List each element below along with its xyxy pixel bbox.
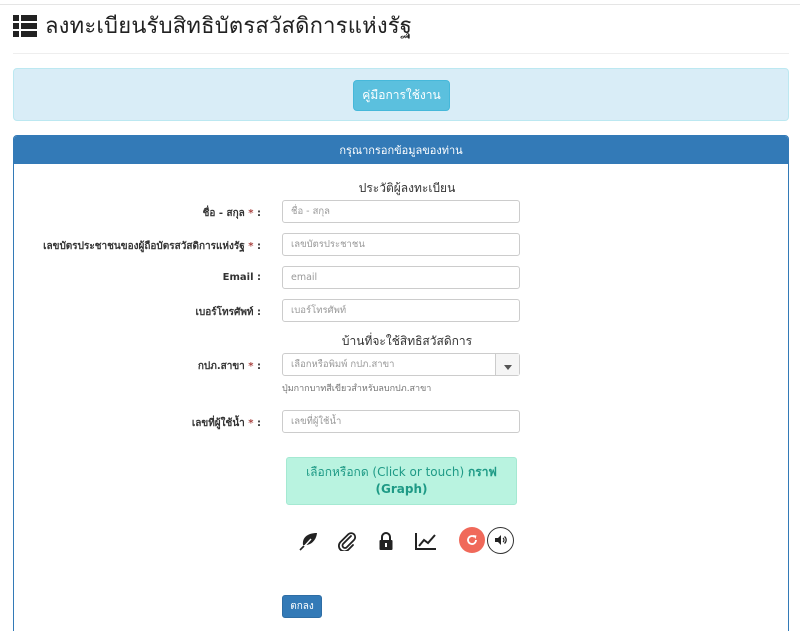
- label-colon: :: [257, 361, 261, 372]
- name-label: ชื่อ - สกุล * :: [203, 206, 261, 221]
- required-mark: *: [248, 361, 254, 372]
- captcha-prompt[interactable]: เลือกหรือกด (Click or touch) กราฟ (Graph…: [286, 457, 517, 505]
- label-colon: :: [257, 418, 261, 429]
- speaker-icon: [494, 531, 508, 550]
- phone-input[interactable]: เบอร์โทรศัพท์: [282, 299, 520, 322]
- branch-select[interactable]: เลือกหรือพิมพ์ กปภ.สาขา: [282, 353, 520, 376]
- caret-down-icon: [503, 355, 512, 374]
- paperclip-icon[interactable]: [334, 528, 360, 554]
- audio-captcha-button[interactable]: [487, 527, 514, 554]
- branch-label: กปภ.สาขา * :: [198, 359, 261, 374]
- email-label: Email :: [222, 272, 261, 283]
- label-colon: :: [257, 241, 261, 252]
- section-title-profile: ประวัติผู้ลงทะเบียน: [358, 181, 456, 195]
- line-graph-icon[interactable]: [413, 528, 439, 554]
- required-mark: *: [248, 208, 254, 219]
- page-title: ลงทะเบียนรับสิทธิบัตรสวัสดิการแห่งรัฐ: [45, 14, 413, 39]
- water-user-label-text: เลขที่ผู้ใช้น้ำ: [191, 418, 245, 429]
- submit-button[interactable]: ตกลง: [282, 595, 322, 618]
- id-card-label: เลขบัตรประชาชนของผู้ถือบัตรสวัสดิการแห่ง…: [43, 239, 261, 254]
- required-mark: *: [248, 418, 254, 429]
- leaf-icon[interactable]: [296, 528, 322, 554]
- branch-label-text: กปภ.สาขา: [197, 361, 245, 372]
- id-card-label-text: เลขบัตรประชาชนของผู้ถือบัตรสวัสดิการแห่ง…: [43, 241, 245, 252]
- section-title-home: บ้านที่จะใช้สิทธิสวัสดิการ: [341, 334, 473, 348]
- form-panel-heading: กรุณากรอกข้อมูลของท่าน: [14, 136, 788, 164]
- lock-icon[interactable]: [373, 528, 399, 554]
- refresh-captcha-button[interactable]: [459, 527, 485, 553]
- captcha-prompt-text: เลือกหรือกด (Click or touch): [306, 465, 465, 479]
- page-header: ลงทะเบียนรับสิทธิบัตรสวัสดิการแห่งรัฐ: [13, 12, 789, 54]
- captcha-icon-row: [14, 526, 788, 556]
- label-colon: :: [257, 208, 261, 219]
- user-manual-button[interactable]: คู่มือการใช้งาน: [353, 80, 450, 111]
- registration-form-panel: กรุณากรอกข้อมูลของท่าน ประวัติผู้ลงทะเบี…: [13, 135, 789, 631]
- branch-select-placeholder[interactable]: เลือกหรือพิมพ์ กปภ.สาขา: [283, 354, 495, 375]
- required-mark: *: [248, 241, 254, 252]
- captcha-prompt-line2: (Graph): [287, 481, 516, 498]
- dropdown-toggle[interactable]: [495, 354, 519, 375]
- manual-panel: คู่มือการใช้งาน: [13, 68, 789, 121]
- phone-label: เบอร์โทรศัพท์ :: [195, 307, 262, 318]
- name-label-text: ชื่อ - สกุล: [202, 208, 245, 219]
- name-input[interactable]: ชื่อ - สกุล: [282, 200, 520, 223]
- water-user-label: เลขที่ผู้ใช้น้ำ * :: [192, 416, 261, 431]
- captcha-prompt-line1: เลือกหรือกด (Click or touch) กราฟ: [287, 464, 516, 481]
- list-icon: [13, 15, 37, 37]
- top-rule: [0, 0, 800, 5]
- refresh-icon: [466, 531, 478, 550]
- captcha-target-word: กราฟ: [467, 465, 497, 479]
- branch-help-text: ปุ่มกากบาทสีเขียวสำหรับลบกปภ.สาขา: [282, 384, 432, 394]
- water-user-input[interactable]: เลขที่ผู้ใช้น้ำ: [282, 410, 520, 433]
- captcha-target-word-en: (Graph): [375, 482, 428, 496]
- email-input[interactable]: email: [282, 266, 520, 289]
- id-card-input[interactable]: เลขบัตรประชาชน: [282, 233, 520, 256]
